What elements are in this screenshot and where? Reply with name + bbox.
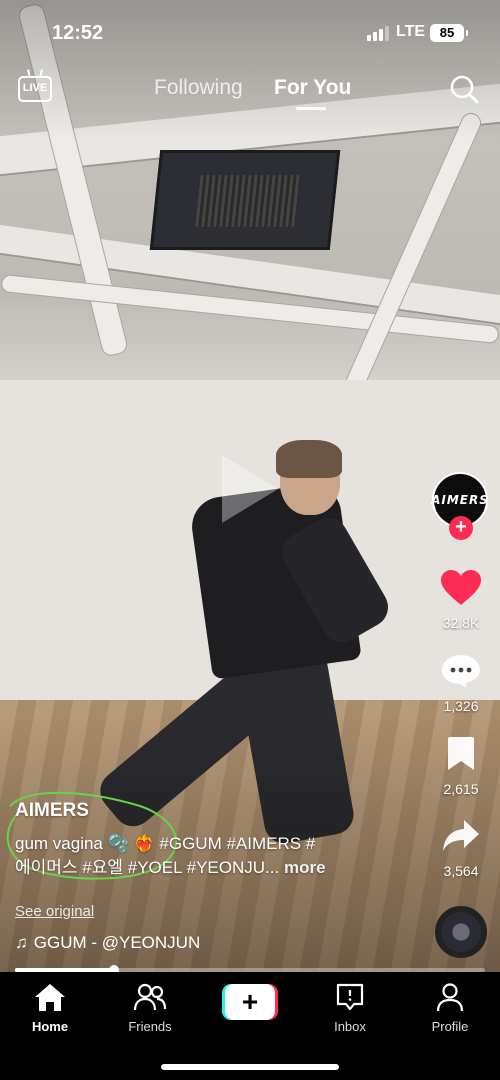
nav-home[interactable]: Home — [10, 982, 90, 1034]
caption-line-2: 에이머스 #요엘 #YOEL #YEONJU... — [15, 858, 280, 877]
heart-icon — [441, 570, 481, 605]
nav-profile-label: Profile — [431, 1019, 469, 1034]
music-title: GGUM - @YEONJUN — [33, 933, 201, 952]
profile-icon — [436, 983, 464, 1012]
ceiling-ac-unit — [149, 150, 341, 250]
tab-for-you[interactable]: For You — [274, 76, 351, 100]
dancer-hair — [276, 440, 342, 478]
bookmark-icon — [448, 737, 474, 770]
live-label: LIVE — [18, 76, 52, 102]
live-button[interactable]: LIVE — [18, 69, 54, 106]
see-original-link[interactable]: See original — [15, 903, 94, 920]
home-indicator — [161, 1064, 339, 1070]
sound-disc-icon[interactable] — [435, 906, 487, 958]
play-icon[interactable] — [222, 455, 278, 523]
author-username[interactable]: AIMERS — [15, 800, 425, 822]
like-count: 32.8K — [442, 615, 480, 631]
inbox-icon — [336, 983, 364, 1011]
status-time: 12:52 — [52, 22, 104, 44]
save-count: 2,615 — [443, 781, 479, 797]
comment-button[interactable]: 1,326 — [432, 653, 490, 714]
like-button[interactable]: 32.8K — [432, 570, 490, 631]
music-note-icon: ♫ — [15, 933, 28, 952]
share-arrow-icon — [443, 820, 479, 851]
comment-count: 1,326 — [443, 698, 479, 714]
nav-profile[interactable]: Profile — [410, 982, 490, 1034]
nav-inbox-label: Inbox — [334, 1019, 366, 1034]
battery-icon: 85 — [430, 24, 468, 42]
follow-plus-button[interactable]: + — [449, 516, 473, 540]
ceiling-pipe — [335, 109, 485, 411]
video-caption: AIMERS gum vagina 🫧 ❤️‍🔥 #GGUM #AIMERS #… — [15, 800, 425, 880]
more-link[interactable]: more — [284, 858, 326, 877]
music-info[interactable]: ♫ GGUM - @YEONJUN — [15, 933, 200, 953]
tab-following[interactable]: Following — [154, 76, 243, 100]
nav-home-label: Home — [31, 1019, 69, 1034]
creator-avatar-button[interactable]: AIMERS + — [431, 472, 490, 542]
share-count: 3,564 — [443, 863, 479, 879]
cellular-signal-icon — [367, 26, 389, 41]
caption-line-1: gum vagina 🫧 ❤️‍🔥 #GGUM #AIMERS # — [15, 834, 316, 853]
home-icon — [35, 984, 65, 1011]
bottom-navigation: Home Friends + Inbox Profile — [0, 972, 500, 1080]
create-plus-icon: + — [225, 984, 275, 1020]
search-icon[interactable] — [449, 74, 479, 104]
nav-friends[interactable]: Friends — [110, 982, 190, 1034]
friends-icon — [133, 983, 167, 1011]
save-button[interactable]: 2,615 — [432, 736, 490, 797]
comment-icon — [442, 655, 480, 688]
nav-inbox[interactable]: Inbox — [310, 982, 390, 1034]
create-button[interactable]: + — [222, 984, 278, 1020]
nav-friends-label: Friends — [128, 1019, 172, 1034]
active-tab-indicator — [296, 107, 326, 110]
share-button[interactable]: 3,564 — [432, 818, 490, 879]
status-bar: 12:52 LTE 85 — [0, 0, 500, 66]
caption-text[interactable]: gum vagina 🫧 ❤️‍🔥 #GGUM #AIMERS # 에이머스 #… — [15, 832, 425, 880]
network-type: LTE — [396, 23, 426, 40]
